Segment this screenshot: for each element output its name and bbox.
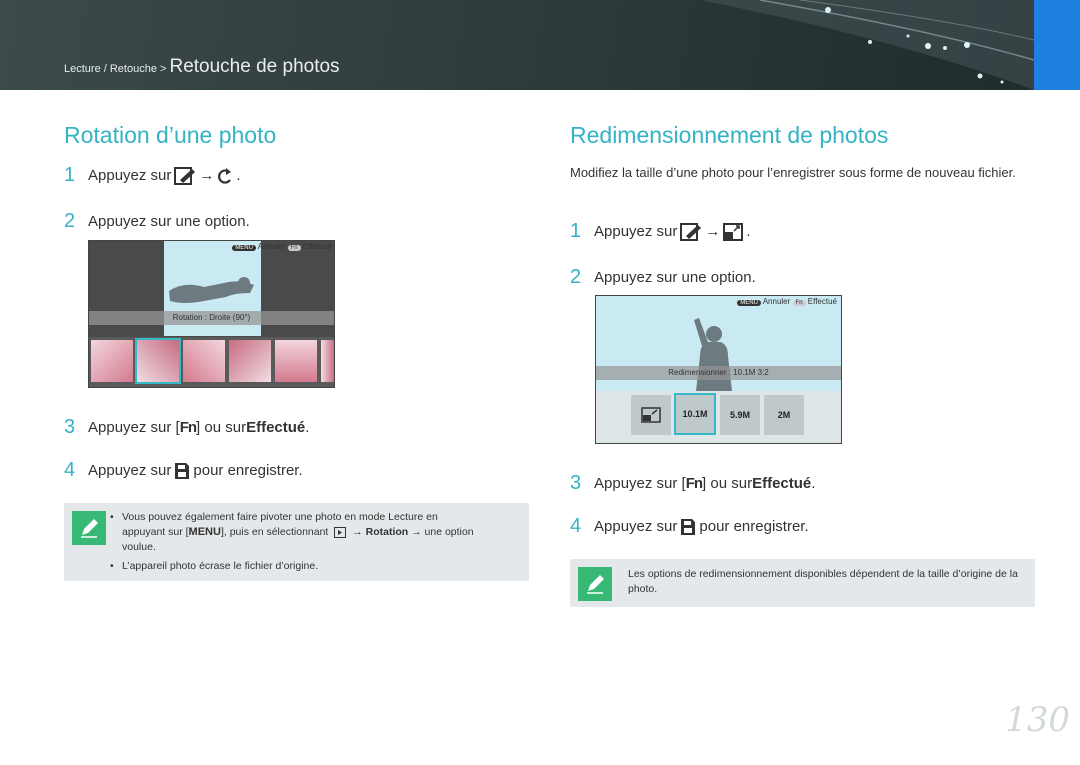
resize-step-1: 1 Appuyez sur → . — [570, 220, 751, 242]
rotation-note-bullet-1: • Vous pouvez également faire pivoter un… — [110, 511, 474, 553]
note-pen-icon — [578, 567, 612, 601]
resize-step-4: 4 Appuyez sur pour enregistrer. — [570, 515, 809, 537]
resize-option-2[interactable]: 10.1M — [674, 393, 716, 435]
person-silhouette — [694, 318, 732, 391]
fn-key[interactable]: Fn — [792, 300, 806, 306]
done-label[interactable]: Effectué — [808, 297, 837, 306]
rotation-option-2[interactable] — [135, 338, 181, 384]
chapter-tab[interactable] — [1034, 0, 1080, 90]
rotation-step-2: 2 Appuyez sur une option. — [64, 210, 250, 232]
fn-icon: Fn — [179, 419, 197, 436]
rotation-option-6[interactable] — [321, 340, 334, 382]
rotate-icon — [218, 167, 232, 184]
done-label[interactable]: Effectué — [303, 242, 332, 251]
edit-icon — [174, 166, 196, 185]
rotation-option-4[interactable] — [229, 340, 271, 382]
resize-icon — [723, 222, 744, 241]
rotation-note-bullet-2: • L’appareil photo écrase le fichier d’o… — [110, 560, 319, 572]
resize-screen: MENU Annuler Fn Effectué Redimensionner … — [595, 295, 842, 444]
rotation-option-1[interactable] — [91, 340, 133, 382]
resize-option-1[interactable] — [631, 395, 671, 435]
breadcrumb: Lecture / Retouche > Retouche de photos — [64, 56, 340, 78]
rotation-step-1: 1 Appuyez sur → . — [64, 164, 241, 186]
rotation-screen: MENU Annuler Fn Effectué Rotation : Droi… — [88, 240, 335, 388]
resize-step-2: 2 Appuyez sur une option. — [570, 266, 756, 288]
menu-key[interactable]: MENU — [737, 300, 761, 306]
resize-section: Redimensionnement de photos Modifiez la … — [570, 122, 1040, 607]
resize-note: Les options de redimensionnement disponi… — [570, 559, 1035, 607]
rotation-caption: Rotation : Droite (90°) — [89, 311, 334, 325]
section-title-rotation: Rotation d’une photo — [64, 122, 277, 148]
rotation-section: Rotation d’une photo 1 Appuyez sur → . 2… — [64, 122, 534, 581]
cancel-label[interactable]: Annuler — [258, 242, 286, 251]
edit-icon — [680, 222, 702, 241]
rotation-option-3[interactable] — [183, 340, 225, 382]
save-icon — [175, 462, 190, 479]
resize-option-4[interactable]: 2M — [764, 395, 804, 435]
rotation-option-5[interactable] — [275, 340, 317, 382]
resize-caption: Redimensionner : 10.1M 3:2 — [596, 366, 841, 380]
resize-screen-controls: MENU Annuler Fn Effectué — [737, 297, 837, 306]
resize-description: Modifiez la taille d’une photo pour l’en… — [570, 165, 1016, 180]
resize-option-3[interactable]: 5.9M — [720, 395, 760, 435]
note-pen-icon — [72, 511, 106, 545]
rotation-screen-controls: MENU Annuler Fn Effectué — [232, 242, 332, 251]
rotation-step-4: 4 Appuyez sur pour enregistrer. — [64, 459, 303, 481]
playback-icon — [334, 526, 347, 538]
fn-key[interactable]: Fn — [287, 245, 301, 251]
section-title-resize: Redimensionnement de photos — [570, 122, 889, 148]
resize-note-text: Les options de redimensionnement disponi… — [628, 568, 1018, 595]
resize-small-icon — [641, 407, 661, 423]
header-banner: Lecture / Retouche > Retouche de photos — [0, 0, 1080, 90]
page-number: 130 — [1005, 700, 1070, 740]
breadcrumb-title: Retouche de photos — [169, 56, 340, 77]
resize-step-3: 3 Appuyez sur [ Fn ] ou sur Effectué . — [570, 472, 816, 494]
rotation-step-3: 3 Appuyez sur [ Fn ] ou sur Effectué . — [64, 416, 310, 438]
breadcrumb-prefix: Lecture / Retouche > — [64, 63, 170, 75]
cancel-label[interactable]: Annuler — [763, 297, 791, 306]
rotation-note: • Vous pouvez également faire pivoter un… — [64, 503, 529, 581]
menu-key[interactable]: MENU — [232, 245, 256, 251]
save-icon — [681, 518, 696, 535]
rotation-options — [89, 337, 334, 387]
fn-icon: Fn — [685, 475, 703, 492]
resize-options: 10.1M 5.9M 2M — [596, 391, 841, 443]
